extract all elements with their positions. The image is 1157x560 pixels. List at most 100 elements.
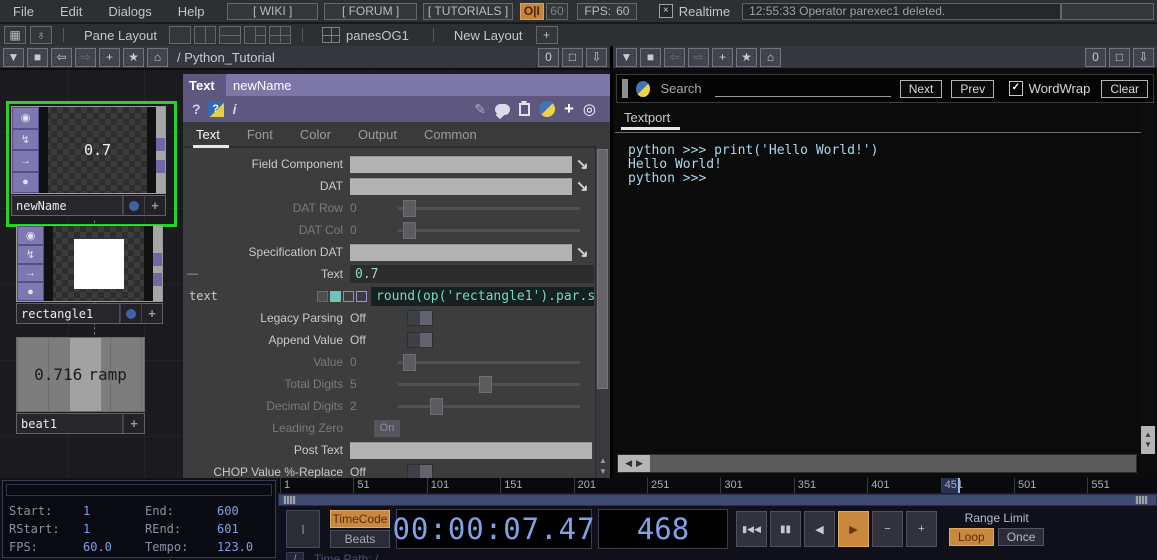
node-viewer[interactable]: 0.7 [39,107,156,193]
pane-forward-button[interactable]: ⇨ [688,47,709,67]
dat-picker-icon[interactable]: ↘ [576,157,589,172]
network-path[interactable]: / Python_Tutorial [177,50,275,65]
param-value-field[interactable]: 0.7 [350,265,594,283]
search-next-button[interactable]: Next [899,79,943,98]
midi-oi-indicator[interactable]: O|I [519,2,544,20]
clear-button[interactable]: Clear [1101,79,1148,98]
toggle-value[interactable]: Off [350,333,398,347]
add-parameter-icon[interactable]: + [564,99,574,119]
toggle-value[interactable]: Off [350,465,398,478]
toggle-value[interactable]: Off [350,311,398,325]
toggle-switch[interactable] [407,332,433,348]
help-button[interactable]: ? [192,101,201,117]
settings-collapsed-row[interactable] [6,484,272,496]
operator-name-field[interactable]: newName [226,74,610,96]
pane-home-button[interactable]: ⌂ [760,47,781,67]
node-name[interactable]: newName [12,196,123,215]
target-icon[interactable]: ◎ [583,100,596,118]
textport-vscrollbar[interactable]: ▲ ▼ [1141,104,1155,454]
param-label[interactable]: Leading Zero [183,421,350,435]
wordwrap-checkbox[interactable]: ✓ [1009,81,1023,96]
pane-depth-indicator[interactable]: 0 [538,47,559,67]
bypass-flag[interactable]: ● [17,282,44,301]
param-label[interactable]: Value [183,355,350,369]
pane-home-button[interactable]: ⌂ [147,47,168,67]
layout-three-pane-button[interactable] [244,26,267,44]
param-value[interactable]: 0 [350,201,398,215]
param-label[interactable]: Post Text [183,443,350,457]
layout-vsplit-button[interactable] [194,26,217,44]
pane-split-button[interactable]: ⇩ [586,47,607,67]
node-resize-strip[interactable] [156,107,165,193]
pane-back-button[interactable]: ⇦ [664,47,685,67]
frame-plus-button[interactable]: + [906,511,937,547]
pause-button[interactable]: ▮▮ [770,511,801,547]
scroll-down-icon[interactable]: ▼ [1144,440,1152,450]
toggle-switch[interactable] [407,310,433,326]
snapshot-button[interactable]: ▦ [4,26,26,44]
loop-button[interactable]: Loop [949,527,994,546]
param-label[interactable]: DAT Col [183,223,350,237]
layout-name[interactable]: panesOG1 [346,28,409,43]
tab-textport[interactable]: Textport [620,110,681,130]
menu-item-file[interactable]: File [0,4,47,19]
node-color-cell[interactable] [123,196,144,215]
param-field[interactable] [350,155,572,173]
search-input[interactable] [714,81,891,97]
param-field[interactable] [350,243,572,261]
insert-mode-button[interactable]: I [286,510,320,548]
new-layout-add-button[interactable]: + [535,26,558,44]
tutorials-button[interactable]: [ TUTORIALS ] [423,2,513,20]
node-viewer[interactable]: 0.716 ramp [17,338,144,411]
once-button[interactable]: Once [997,527,1045,546]
toggle-switch[interactable] [407,464,433,478]
param-label[interactable]: text [183,289,317,303]
python-icon[interactable] [538,101,555,117]
range-scrollbar[interactable] [278,494,1157,506]
pane-split-button[interactable]: ⇩ [1133,47,1154,67]
layout-hsplit-button[interactable] [219,26,242,44]
wiki-button[interactable]: [ WIKI ] [227,2,318,20]
time-path-button[interactable]: / [286,552,304,560]
textport-console[interactable]: python >>> print('Hello World!') Hello Wo… [613,133,1157,186]
param-value[interactable]: 5 [350,377,398,391]
node-name[interactable]: beat1 [17,414,123,433]
beats-mode-button[interactable]: Beats [330,530,390,548]
scroll-down-icon[interactable]: ▼ [596,467,610,477]
bypass-flag[interactable]: ● [12,171,39,193]
param-label[interactable]: Append Value [183,333,350,347]
param-mode-sq3[interactable] [343,290,354,302]
dat-picker-icon[interactable]: ↘ [576,179,589,194]
output-connector[interactable] [153,253,162,266]
pane-bookmarks-button[interactable]: ★ [123,47,144,67]
node-beat1[interactable]: 0.716 ramp beat1 + [16,337,145,434]
node-flag-cell[interactable]: + [141,304,162,323]
tab-color[interactable]: Color [300,127,331,142]
param-label[interactable]: Text [183,267,350,281]
node-flag-cell[interactable]: + [144,196,165,215]
tab-output[interactable]: Output [358,127,397,142]
param-mode-sq1[interactable] [317,290,328,302]
node-rectangle1[interactable]: ◉ ↯ → ● rectangle1 + [16,225,163,324]
param-mode-sq4[interactable] [356,290,367,302]
output-connector[interactable] [156,137,165,151]
slider-thumb[interactable] [403,199,417,217]
play-button[interactable]: ▶ [838,511,869,547]
pane-back-button[interactable]: ⇦ [51,47,72,67]
slider-track[interactable] [398,353,580,371]
menu-item-dialogs[interactable]: Dialogs [95,4,164,19]
pane-menu-button[interactable]: ▼ [3,47,24,67]
param-field[interactable] [350,441,592,459]
param-label[interactable]: CHOP Value %-Replace [183,465,350,478]
hscroll-arrows[interactable]: ◀ ▶ [618,455,650,472]
param-value[interactable]: 2 [350,399,398,413]
pane-add-bookmark-button[interactable]: + [99,47,120,67]
scrollbar-thumb[interactable] [597,149,608,389]
node-resize-strip[interactable] [153,226,162,301]
scroll-up-icon[interactable]: ▲ [1144,430,1152,440]
slider-thumb[interactable] [479,375,493,393]
node-color-cell[interactable] [120,304,141,323]
pane-maximize-button[interactable]: □ [562,47,583,67]
frame-ruler[interactable]: 1 51 101 151 201 251 301 351 401 451 501 551 [278,478,1157,494]
copy-parameters-icon[interactable] [518,100,530,116]
